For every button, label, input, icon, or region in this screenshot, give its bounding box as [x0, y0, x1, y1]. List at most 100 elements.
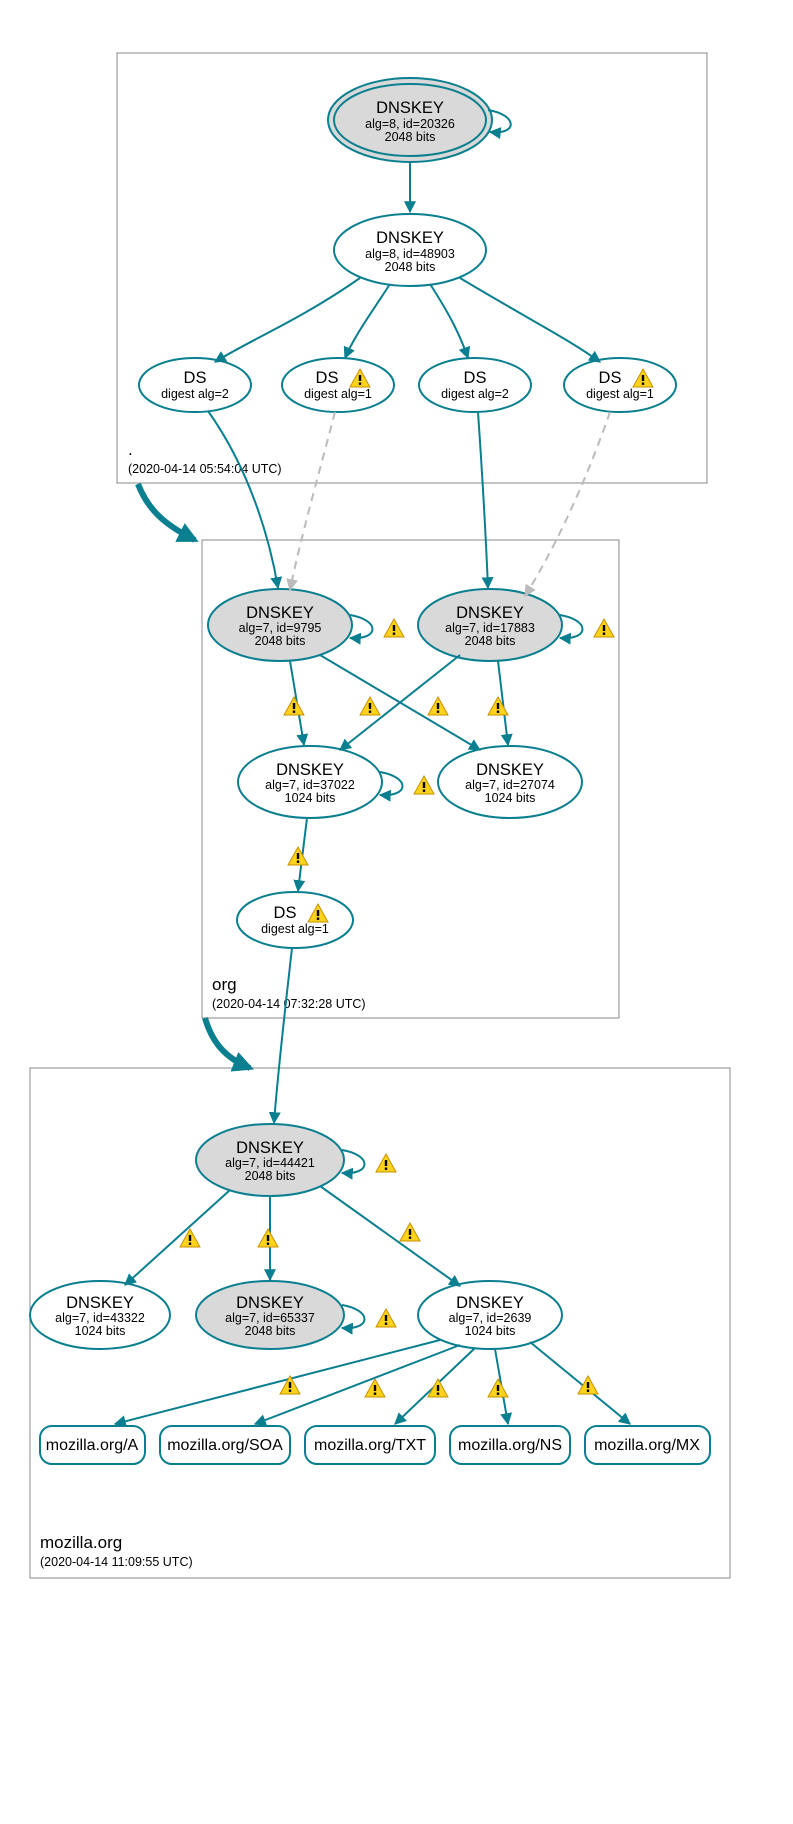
svg-text:DS: DS — [274, 904, 297, 922]
svg-text:2048 bits: 2048 bits — [255, 634, 306, 648]
svg-text:DNSKEY: DNSKEY — [236, 1139, 304, 1157]
svg-text:DNSKEY: DNSKEY — [276, 761, 344, 779]
edge-ds1-orgksk1 — [208, 411, 278, 588]
node-org-ksk2: DNSKEY alg=7, id=17883 2048 bits — [418, 589, 562, 661]
edge-mozksk-zsk — [320, 1186, 460, 1286]
node-root-ds4: DS digest alg=1 — [564, 358, 676, 412]
node-root-ds2: DS digest alg=1 — [282, 358, 394, 412]
edge-root-zsk-ds2 — [345, 284, 390, 358]
svg-text:DNSKEY: DNSKEY — [66, 1294, 134, 1312]
node-moz-ksk: DNSKEY alg=7, id=44421 2048 bits — [196, 1124, 344, 1196]
warning-icon — [488, 697, 508, 715]
warning-icon — [428, 697, 448, 715]
warning-icon — [400, 1223, 420, 1241]
edge-root-zsk-ds3 — [430, 284, 468, 358]
zone-org-timestamp: (2020-04-14 07:32:28 UTC) — [212, 997, 366, 1011]
svg-text:2048 bits: 2048 bits — [245, 1324, 296, 1338]
node-org-ksk1: DNSKEY alg=7, id=9795 2048 bits — [208, 589, 352, 661]
warning-icon — [384, 619, 404, 637]
warning-icon — [428, 1379, 448, 1397]
svg-text:alg=7, id=43322: alg=7, id=43322 — [55, 1311, 145, 1325]
svg-text:alg=7, id=27074: alg=7, id=27074 — [465, 778, 555, 792]
svg-text:alg=7, id=65337: alg=7, id=65337 — [225, 1311, 315, 1325]
edge-root-to-org — [138, 484, 195, 540]
svg-text:2048 bits: 2048 bits — [245, 1169, 296, 1183]
node-root-ds1: DS digest alg=2 — [139, 358, 251, 412]
warning-icon — [376, 1309, 396, 1327]
rrset-mx: mozilla.org/MX — [585, 1426, 710, 1464]
svg-text:DNSKEY: DNSKEY — [246, 604, 314, 622]
svg-text:alg=8, id=48903: alg=8, id=48903 — [365, 247, 455, 261]
warning-icon — [360, 697, 380, 715]
warning-icon — [365, 1379, 385, 1397]
node-root-zsk: DNSKEY alg=8, id=48903 2048 bits — [334, 214, 486, 286]
svg-text:alg=8, id=20326: alg=8, id=20326 — [365, 117, 455, 131]
svg-text:DNSKEY: DNSKEY — [456, 1294, 524, 1312]
svg-text:DNSKEY: DNSKEY — [476, 761, 544, 779]
svg-text:digest alg=2: digest alg=2 — [441, 387, 509, 401]
rrset-soa: mozilla.org/SOA — [160, 1426, 290, 1464]
svg-text:mozilla.org/TXT: mozilla.org/TXT — [314, 1437, 426, 1454]
rrset-ns: mozilla.org/NS — [450, 1426, 570, 1464]
node-moz-zsk: DNSKEY alg=7, id=2639 1024 bits — [418, 1281, 562, 1349]
edge-moz-k3-self — [342, 1305, 365, 1328]
svg-text:mozilla.org/A: mozilla.org/A — [46, 1437, 139, 1454]
svg-text:2048 bits: 2048 bits — [385, 130, 436, 144]
warning-icon — [414, 776, 434, 794]
node-org-zsk2: DNSKEY alg=7, id=27074 1024 bits — [438, 746, 582, 818]
svg-text:2048 bits: 2048 bits — [385, 260, 436, 274]
edge-orgds-mozksk — [274, 948, 292, 1123]
edge-ds3-orgksk2 — [478, 412, 488, 588]
edge-ds4-orgksk2 — [525, 412, 610, 596]
edge-root-zsk-ds1 — [215, 278, 360, 362]
svg-text:DS: DS — [599, 369, 622, 387]
svg-text:1024 bits: 1024 bits — [285, 791, 336, 805]
svg-text:1024 bits: 1024 bits — [465, 1324, 516, 1338]
node-root-ds3: DS digest alg=2 — [419, 358, 531, 412]
svg-text:DNSKEY: DNSKEY — [376, 229, 444, 247]
edge-org-ksk1-self — [350, 615, 373, 638]
svg-text:DNSKEY: DNSKEY — [376, 99, 444, 117]
svg-text:mozilla.org/SOA: mozilla.org/SOA — [167, 1437, 283, 1454]
svg-text:DS: DS — [316, 369, 339, 387]
edge-zsk-a — [115, 1340, 440, 1424]
edge-zsk-mx — [530, 1342, 630, 1424]
warning-icon — [488, 1379, 508, 1397]
node-moz-k3: DNSKEY alg=7, id=65337 2048 bits — [196, 1281, 344, 1349]
zone-mozilla-label: mozilla.org — [40, 1533, 122, 1552]
edge-ksk2-zsk1 — [340, 655, 460, 750]
node-moz-k2: DNSKEY alg=7, id=43322 1024 bits — [30, 1281, 170, 1349]
warning-icon — [376, 1154, 396, 1172]
node-root-ksk: DNSKEY alg=8, id=20326 2048 bits — [328, 78, 492, 162]
edge-moz-ksk-self — [342, 1150, 365, 1173]
warning-icon — [594, 619, 614, 637]
node-org-zsk1: DNSKEY alg=7, id=37022 1024 bits — [238, 746, 382, 818]
edge-org-zsk1-self — [380, 772, 403, 795]
svg-text:DNSKEY: DNSKEY — [456, 604, 524, 622]
zone-root-timestamp: (2020-04-14 05:54:04 UTC) — [128, 462, 282, 476]
rrset-txt: mozilla.org/TXT — [305, 1426, 435, 1464]
edge-root-zsk-ds4 — [460, 278, 600, 362]
svg-text:alg=7, id=37022: alg=7, id=37022 — [265, 778, 355, 792]
svg-text:alg=7, id=17883: alg=7, id=17883 — [445, 621, 535, 635]
svg-text:alg=7, id=9795: alg=7, id=9795 — [239, 621, 322, 635]
warning-icon — [284, 697, 304, 715]
edge-org-ksk2-self — [560, 615, 583, 638]
svg-text:mozilla.org/MX: mozilla.org/MX — [594, 1437, 700, 1454]
warning-icon — [288, 847, 308, 865]
svg-text:alg=7, id=44421: alg=7, id=44421 — [225, 1156, 315, 1170]
svg-text:digest alg=1: digest alg=1 — [586, 387, 654, 401]
svg-text:1024 bits: 1024 bits — [75, 1324, 126, 1338]
svg-text:DNSKEY: DNSKEY — [236, 1294, 304, 1312]
node-org-ds: DS digest alg=1 — [237, 892, 353, 948]
svg-text:digest alg=1: digest alg=1 — [261, 922, 329, 936]
svg-text:DS: DS — [184, 369, 207, 387]
warning-icon — [280, 1376, 300, 1394]
svg-text:1024 bits: 1024 bits — [485, 791, 536, 805]
zone-mozilla-timestamp: (2020-04-14 11:09:55 UTC) — [40, 1555, 193, 1569]
svg-text:mozilla.org/NS: mozilla.org/NS — [458, 1437, 562, 1454]
warning-icon — [258, 1229, 278, 1247]
svg-text:2048 bits: 2048 bits — [465, 634, 516, 648]
svg-text:alg=7, id=2639: alg=7, id=2639 — [449, 1311, 532, 1325]
edge-ds2-orgksk1 — [290, 412, 335, 590]
